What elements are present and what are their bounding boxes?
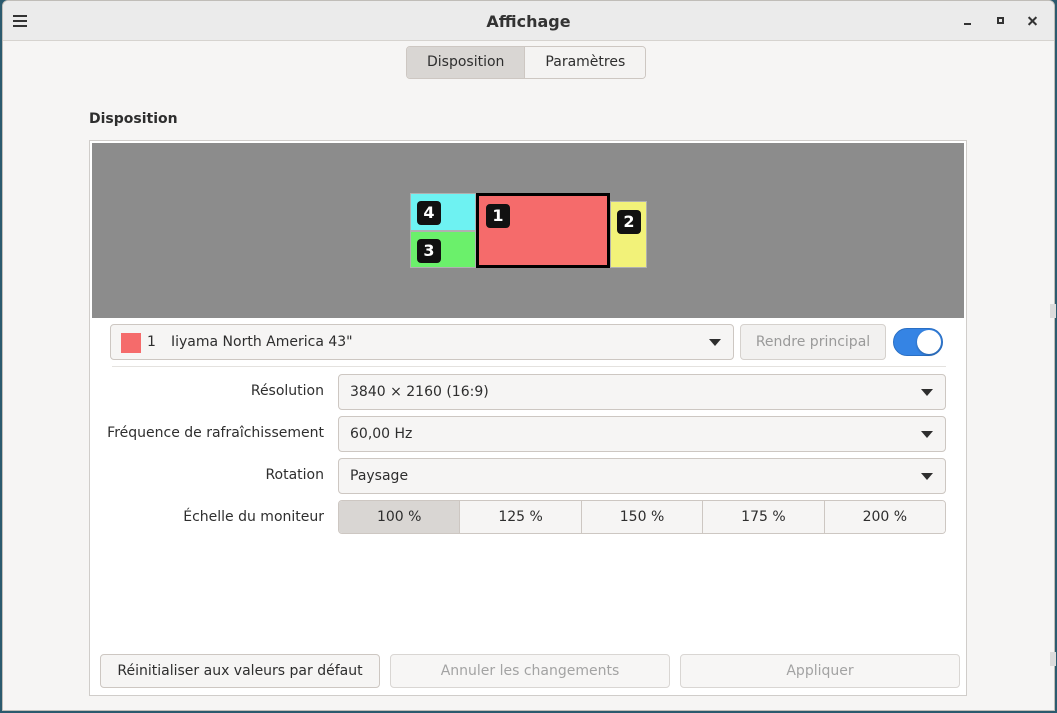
monitor-row: 1 Iiyama North America 43" Rendre princi… — [110, 324, 946, 360]
rotation-label: Rotation — [265, 467, 324, 483]
monitor-select-number: 1 — [147, 334, 156, 350]
rotation-select[interactable]: Paysage — [338, 458, 946, 494]
scale-option-200[interactable]: 200 % — [823, 501, 945, 533]
scale-option-150[interactable]: 150 % — [580, 501, 703, 533]
monitor-color-swatch — [121, 333, 141, 353]
monitor-select[interactable]: 1 Iiyama North America 43" — [110, 324, 734, 360]
monitor-2-badge: 2 — [617, 210, 641, 234]
resolution-value: 3840 × 2160 (16:9) — [350, 384, 489, 400]
rotation-value: Paysage — [350, 468, 409, 484]
maximize-icon[interactable] — [991, 11, 1011, 31]
view-tabs: Disposition Paramètres — [406, 46, 647, 79]
cancel-changes-button[interactable]: Annuler les changements — [390, 654, 670, 688]
background-window-edge — [1050, 304, 1056, 318]
section-title: Disposition — [89, 111, 178, 127]
layout-panel: 4 3 1 2 1 Iiyama North America 43" Rendr… — [89, 140, 967, 696]
monitor-4-badge: 4 — [417, 201, 441, 225]
tab-disposition[interactable]: Disposition — [407, 47, 525, 78]
chevron-down-icon — [921, 473, 933, 480]
scale-option-100[interactable]: 100 % — [339, 501, 460, 533]
scale-selector: 100 % 125 % 150 % 175 % 200 % — [338, 500, 946, 534]
monitor-3[interactable]: 3 — [410, 231, 476, 268]
tab-parametres[interactable]: Paramètres — [524, 47, 646, 78]
monitor-2[interactable]: 2 — [610, 201, 647, 268]
minimize-icon[interactable] — [958, 11, 978, 31]
scale-label: Échelle du moniteur — [183, 509, 324, 525]
resolution-select[interactable]: 3840 × 2160 (16:9) — [338, 374, 946, 410]
scale-option-125[interactable]: 125 % — [459, 501, 581, 533]
chevron-down-icon — [921, 431, 933, 438]
divider — [112, 366, 946, 367]
refresh-rate-value: 60,00 Hz — [350, 426, 413, 442]
monitor-select-name: Iiyama North America 43" — [171, 334, 353, 350]
monitor-1[interactable]: 1 — [476, 193, 610, 268]
reset-defaults-button[interactable]: Réinitialiser aux valeurs par défaut — [100, 654, 380, 688]
refresh-rate-select[interactable]: 60,00 Hz — [338, 416, 946, 452]
chevron-down-icon — [921, 389, 933, 396]
apply-button[interactable]: Appliquer — [680, 654, 960, 688]
background-window-edge — [1050, 652, 1056, 666]
chevron-down-icon — [709, 339, 721, 346]
scale-option-175[interactable]: 175 % — [702, 501, 824, 533]
make-primary-button[interactable]: Rendre principal — [740, 324, 886, 360]
window-title: Affichage — [486, 12, 571, 31]
monitor-arrangement-canvas[interactable]: 4 3 1 2 — [92, 143, 964, 318]
monitor-enable-toggle[interactable] — [893, 328, 943, 356]
resolution-label: Résolution — [250, 383, 324, 399]
title-bar: Affichage — [3, 1, 1054, 41]
monitor-1-badge: 1 — [486, 204, 510, 228]
toggle-knob — [917, 330, 941, 354]
settings-window: Affichage Disposition Paramètres Disposi… — [2, 0, 1055, 711]
monitor-3-badge: 3 — [417, 239, 441, 263]
refresh-rate-label: Fréquence de rafraîchissement — [107, 425, 324, 441]
monitor-4[interactable]: 4 — [410, 193, 476, 231]
close-icon[interactable] — [1023, 11, 1043, 31]
